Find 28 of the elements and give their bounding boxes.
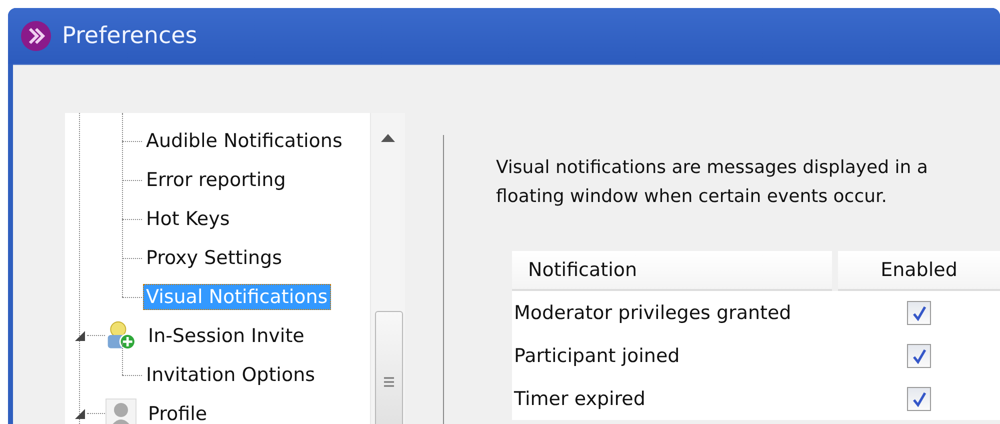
collapse-icon[interactable] (75, 330, 85, 340)
collapse-icon[interactable] (75, 408, 85, 418)
checkmark-icon (911, 348, 927, 364)
tree-item[interactable]: Proxy Settings (143, 244, 286, 270)
description-text: Visual notifications are messages displayed in a floating window when certain events occur. (496, 156, 929, 209)
app-logo-icon (20, 20, 52, 52)
column-header[interactable]: Enabled (838, 251, 1000, 291)
scrollbar-thumb[interactable] (375, 311, 403, 424)
table-cell-text: Participant joined (513, 344, 681, 366)
table-cell-text: Moderator privileges granted (513, 302, 792, 324)
tree-item[interactable]: Profile (145, 400, 210, 424)
users-add-icon (108, 320, 136, 350)
tree-item[interactable]: In-Session Invite (145, 322, 308, 348)
checkbox[interactable] (907, 386, 931, 410)
checkbox[interactable] (907, 300, 931, 324)
tree-item[interactable]: Audible Notifications (143, 128, 346, 154)
column-header[interactable]: Notification (512, 251, 832, 291)
checkbox[interactable] (907, 344, 931, 368)
scroll-up-icon[interactable] (381, 133, 395, 142)
tree-item[interactable]: Error reporting (143, 166, 289, 192)
table-cell-text: Timer expired (513, 388, 646, 410)
checkmark-icon (911, 304, 927, 320)
tree-item[interactable]: Hot Keys (143, 206, 233, 232)
window-title: Preferences (62, 23, 198, 49)
checkmark-icon (911, 390, 927, 406)
scrollbar[interactable] (370, 113, 405, 424)
tree-item[interactable]: Invitation Options (143, 362, 318, 388)
grip-icon (383, 376, 395, 388)
